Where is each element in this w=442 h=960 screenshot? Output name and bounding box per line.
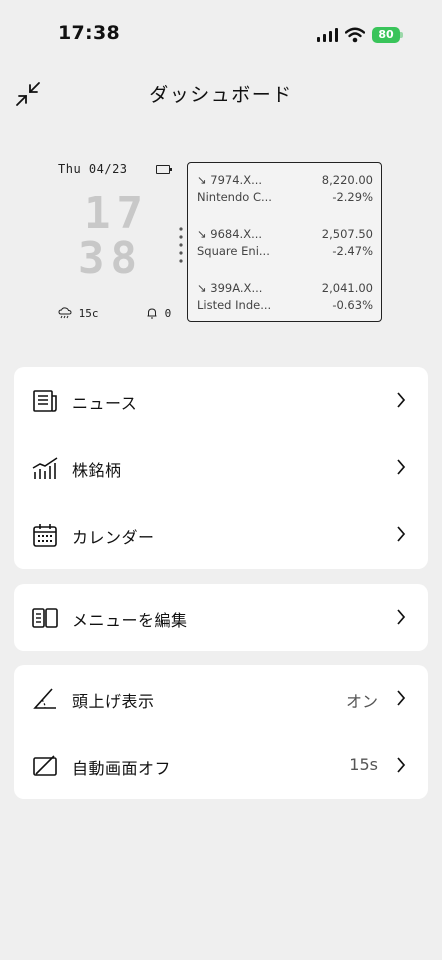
menu-label: ニュース: [72, 394, 138, 413]
status-time: 17:38: [58, 22, 120, 44]
widget-alarm: 0: [146, 307, 171, 320]
menu-row-calendar[interactable]: カレンダー: [14, 501, 428, 568]
stock-price: 8,220.00: [321, 173, 373, 187]
stock-change: -2.47%: [332, 244, 373, 258]
calendar-icon: [33, 524, 57, 547]
menu-row-edit-menu[interactable]: メニューを編集: [14, 584, 428, 651]
menu-row-news[interactable]: ニュース: [14, 367, 428, 434]
stock-change: -2.29%: [332, 190, 373, 204]
widget-alarm-count: 0: [164, 307, 172, 320]
widget-temperature: 15c: [78, 307, 99, 320]
stock-chart-icon: [32, 457, 58, 479]
chevron-right-icon: [397, 392, 406, 408]
chevron-right-icon: [397, 526, 406, 542]
widget-battery-icon: [156, 165, 172, 174]
stock-item: ↘ 7974.X... 8,220.00 Nintendo C... -2.29…: [188, 163, 383, 204]
newspaper-icon: [33, 390, 57, 412]
widget-minute: 38: [78, 233, 143, 284]
stock-symbol: ↘ 399A.X...: [197, 281, 263, 295]
widget-hour: 17: [84, 188, 149, 239]
battery-indicator: 80: [372, 27, 400, 43]
edit-menu-card: メニューを編集: [14, 584, 428, 651]
chevron-right-icon: [397, 757, 406, 773]
widget-date: Thu 04/23: [58, 162, 128, 176]
stock-symbol: ↘ 7974.X...: [197, 173, 263, 187]
wifi-icon: [345, 27, 365, 43]
menu-label: メニューを編集: [72, 611, 188, 630]
bell-icon: [147, 308, 157, 319]
stock-change: -0.63%: [332, 298, 373, 312]
page-title: ダッシュボード: [149, 84, 293, 106]
rain-cloud-icon: [58, 307, 72, 319]
menu-label: カレンダー: [72, 528, 155, 547]
edit-menu-icon: [32, 608, 58, 628]
cellular-signal-icon: [317, 28, 338, 42]
watch-widget-preview[interactable]: Thu 04/23 17 38 15c 0 ↘ 7974.X... 8,220.…: [54, 160, 384, 325]
stock-name: Square Eni...: [197, 244, 270, 258]
menu-label: 頭上げ表示: [72, 692, 155, 711]
tilt-angle-icon: [33, 688, 56, 709]
battery-tip: [400, 32, 403, 38]
chevron-right-icon: [397, 459, 406, 475]
stock-price: 2,041.00: [321, 281, 373, 295]
stock-item: ↘ 9684.X... 2,507.50 Square Eni... -2.47…: [188, 217, 383, 258]
menu-row-head-up[interactable]: 頭上げ表示 オン: [14, 665, 428, 732]
menu-row-auto-off[interactable]: 自動画面オフ 15s: [14, 732, 428, 799]
chevron-right-icon: [397, 690, 406, 706]
display-settings-card: 頭上げ表示 オン 自動画面オフ 15s: [14, 665, 428, 799]
stock-ticker-panel: ↘ 7974.X... 8,220.00 Nintendo C... -2.29…: [187, 162, 382, 322]
feature-menu-card: ニュース 株銘柄 カレンダー: [14, 367, 428, 569]
stock-item: ↘ 399A.X... 2,041.00 Listed Inde... -0.6…: [188, 271, 383, 312]
menu-label: 株銘柄: [72, 461, 122, 480]
stock-name: Nintendo C...: [197, 190, 272, 204]
stock-name: Listed Inde...: [197, 298, 272, 312]
stock-price: 2,507.50: [321, 227, 373, 241]
chevron-right-icon: [397, 609, 406, 625]
more-dots-icon: [179, 227, 183, 263]
menu-row-stocks[interactable]: 株銘柄: [14, 434, 428, 501]
widget-weather: 15c: [58, 307, 99, 320]
stock-symbol: ↘ 9684.X...: [197, 227, 263, 241]
auto-off-value: 15s: [349, 755, 378, 774]
menu-label: 自動画面オフ: [72, 759, 172, 778]
screen-off-icon: [33, 755, 57, 776]
head-up-value: オン: [345, 692, 378, 711]
